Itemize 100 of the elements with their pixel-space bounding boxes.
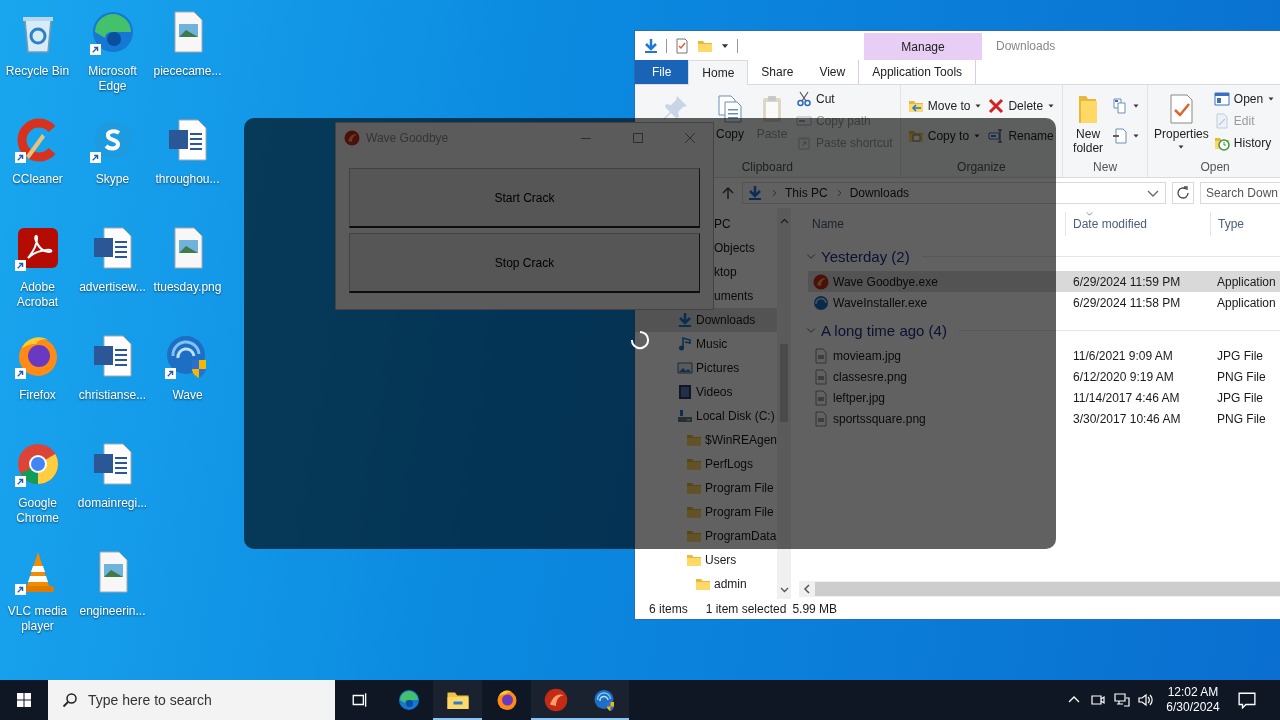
group-label: Organize bbox=[956, 159, 1007, 176]
column-header[interactable]: Type bbox=[1210, 211, 1280, 236]
file-name: leftper.jpg bbox=[833, 390, 886, 405]
file-row[interactable]: Wave Goodbye.exe 6/29/2024 11:59 PM Application bbox=[808, 271, 1280, 292]
desktop-icon[interactable]: Skype bbox=[75, 112, 150, 187]
selection-size: 5.99 MB bbox=[792, 602, 838, 616]
nav-item[interactable]: Local Disk (C:) bbox=[635, 404, 778, 428]
nav-item[interactable]: Users bbox=[635, 548, 778, 572]
file-row[interactable]: movieam.jpg 11/6/2021 9:09 AM JPG File bbox=[808, 345, 1280, 366]
desktop-icon[interactable]: advertisew... bbox=[75, 220, 150, 295]
desktop-icon[interactable]: ttuesday.png bbox=[150, 220, 225, 295]
ribbon-button[interactable]: Copy to bbox=[904, 125, 986, 146]
chevron-icon bbox=[769, 188, 779, 198]
open-icon bbox=[1213, 91, 1230, 107]
ribbon-button[interactable]: Move to bbox=[904, 96, 986, 117]
folder-icon bbox=[686, 528, 702, 544]
desktop-icon[interactable]: domainregi... bbox=[75, 436, 150, 511]
file-row[interactable]: sportssquare.png 3/30/2017 10:46 AM PNG File bbox=[808, 408, 1280, 429]
folder-icon bbox=[686, 480, 702, 496]
nav-item[interactable]: PerfLogs bbox=[635, 452, 778, 476]
new-item-icon bbox=[1112, 98, 1129, 115]
group-label: Clipboard bbox=[740, 159, 795, 176]
ribbon-button[interactable]: Delete bbox=[985, 96, 1059, 117]
desktop-icon[interactable]: Firefox bbox=[0, 328, 75, 403]
ribbon-button[interactable]: Cut bbox=[793, 89, 896, 109]
image-file-icon bbox=[813, 410, 829, 427]
ribbon-tab[interactable]: File bbox=[635, 60, 689, 84]
action-button[interactable]: Stop Crack bbox=[349, 233, 700, 293]
desktop-icon[interactable]: VLC media player bbox=[0, 544, 75, 634]
folder-icon bbox=[686, 456, 702, 472]
refresh-button[interactable] bbox=[1172, 182, 1194, 204]
taskbar-app[interactable] bbox=[531, 680, 580, 720]
image-file-icon bbox=[813, 368, 829, 385]
nav-item[interactable]: Downloads bbox=[635, 308, 778, 332]
desktop-icon[interactable]: christianse... bbox=[75, 328, 150, 403]
nav-item[interactable]: Music bbox=[635, 332, 778, 356]
window-title: Downloads bbox=[995, 37, 1056, 55]
breadcrumb-item[interactable]: This PC bbox=[785, 186, 828, 200]
app-icon bbox=[344, 130, 360, 146]
ribbon-button[interactable]: New folder bbox=[1067, 87, 1110, 157]
taskbar-app[interactable] bbox=[580, 680, 629, 720]
search-field[interactable]: Type here to search bbox=[48, 680, 335, 720]
desktop-icon[interactable]: Wave bbox=[150, 328, 225, 403]
search-icon bbox=[62, 692, 78, 708]
history-icon bbox=[1213, 135, 1230, 151]
file-row[interactable]: leftper.jpg 11/14/2017 4:46 AM JPG File bbox=[808, 387, 1280, 408]
action-button[interactable]: Start Crack bbox=[349, 168, 700, 228]
app-icon bbox=[813, 273, 829, 290]
folder-icon bbox=[686, 552, 702, 568]
desktop-icon[interactable]: Google Chrome bbox=[0, 436, 75, 526]
nav-item[interactable]: Videos bbox=[635, 380, 778, 404]
nav-item[interactable]: Program File bbox=[635, 500, 778, 524]
address-bar[interactable]: This PC Downloads bbox=[742, 182, 1166, 204]
ribbon-button[interactable]: Properties bbox=[1152, 87, 1211, 153]
desktop-icon[interactable]: throughou... bbox=[150, 112, 225, 187]
refresh-icon bbox=[1175, 185, 1191, 201]
desktop-icon[interactable]: engineerin... bbox=[75, 544, 150, 619]
desktop-icon[interactable]: Recycle Bin bbox=[0, 4, 75, 79]
caret-icon bbox=[1177, 143, 1186, 151]
minimize-icon bbox=[581, 137, 591, 139]
scissors-icon bbox=[796, 91, 812, 107]
search-field[interactable]: Search Down bbox=[1200, 182, 1280, 204]
clock[interactable]: 12:02 AM 6/30/2024 bbox=[1162, 680, 1224, 720]
properties-icon[interactable] bbox=[674, 37, 690, 54]
group-label: New bbox=[1092, 159, 1119, 176]
app-icon bbox=[543, 688, 568, 712]
column-header[interactable]: Date modified bbox=[1065, 211, 1210, 236]
breadcrumb-item[interactable]: Downloads bbox=[849, 186, 910, 200]
ribbon-tab[interactable]: View bbox=[806, 60, 859, 84]
nav-item[interactable]: $WinREAgen bbox=[635, 428, 778, 452]
windows-logo-icon bbox=[16, 692, 32, 708]
nav-item[interactable]: admin bbox=[635, 572, 778, 596]
horizontal-scrollbar[interactable] bbox=[799, 581, 1280, 597]
taskbar-app[interactable] bbox=[433, 680, 482, 720]
group-header[interactable]: A long time ago (4) bbox=[795, 317, 1280, 343]
desktop-icon[interactable]: CCleaner bbox=[0, 112, 75, 187]
file-date: 3/30/2017 10:46 AM bbox=[1072, 411, 1182, 426]
column-header[interactable]: Name bbox=[795, 211, 1065, 236]
download-arrow-icon[interactable] bbox=[643, 37, 659, 54]
up-arrow-icon[interactable] bbox=[720, 185, 736, 201]
ribbon-button[interactable]: History bbox=[1210, 133, 1279, 153]
file-row[interactable]: WaveInstaller.exe 6/29/2024 11:58 PM Application bbox=[808, 292, 1280, 313]
vertical-scrollbar[interactable] bbox=[777, 208, 791, 599]
desktop-icon[interactable]: piececame... bbox=[150, 4, 225, 79]
ribbon-tab[interactable]: Application Tools bbox=[858, 60, 977, 84]
file-row[interactable]: classesre.png 6/12/2020 9:19 AM PNG File bbox=[808, 366, 1280, 387]
file-type: JPG File bbox=[1216, 390, 1264, 405]
nav-item[interactable]: Program File bbox=[635, 476, 778, 500]
ribbon-tab[interactable]: Home bbox=[688, 60, 749, 85]
desktop-icon[interactable]: Microsoft Edge bbox=[75, 4, 150, 94]
ribbon-tab[interactable]: Share bbox=[748, 60, 807, 84]
nav-item[interactable]: Pictures bbox=[635, 356, 778, 380]
nav-item[interactable]: ProgramData bbox=[635, 524, 778, 548]
drive-icon bbox=[677, 408, 693, 424]
image-file-icon bbox=[813, 347, 829, 364]
ribbon-button[interactable]: Open bbox=[1210, 89, 1279, 109]
ribbon-button[interactable]: Rename bbox=[985, 125, 1059, 146]
group-header[interactable]: Yesterday (2) bbox=[795, 243, 1280, 269]
desktop-icon[interactable]: Adobe Acrobat bbox=[0, 220, 75, 310]
wave-icon bbox=[813, 294, 829, 311]
